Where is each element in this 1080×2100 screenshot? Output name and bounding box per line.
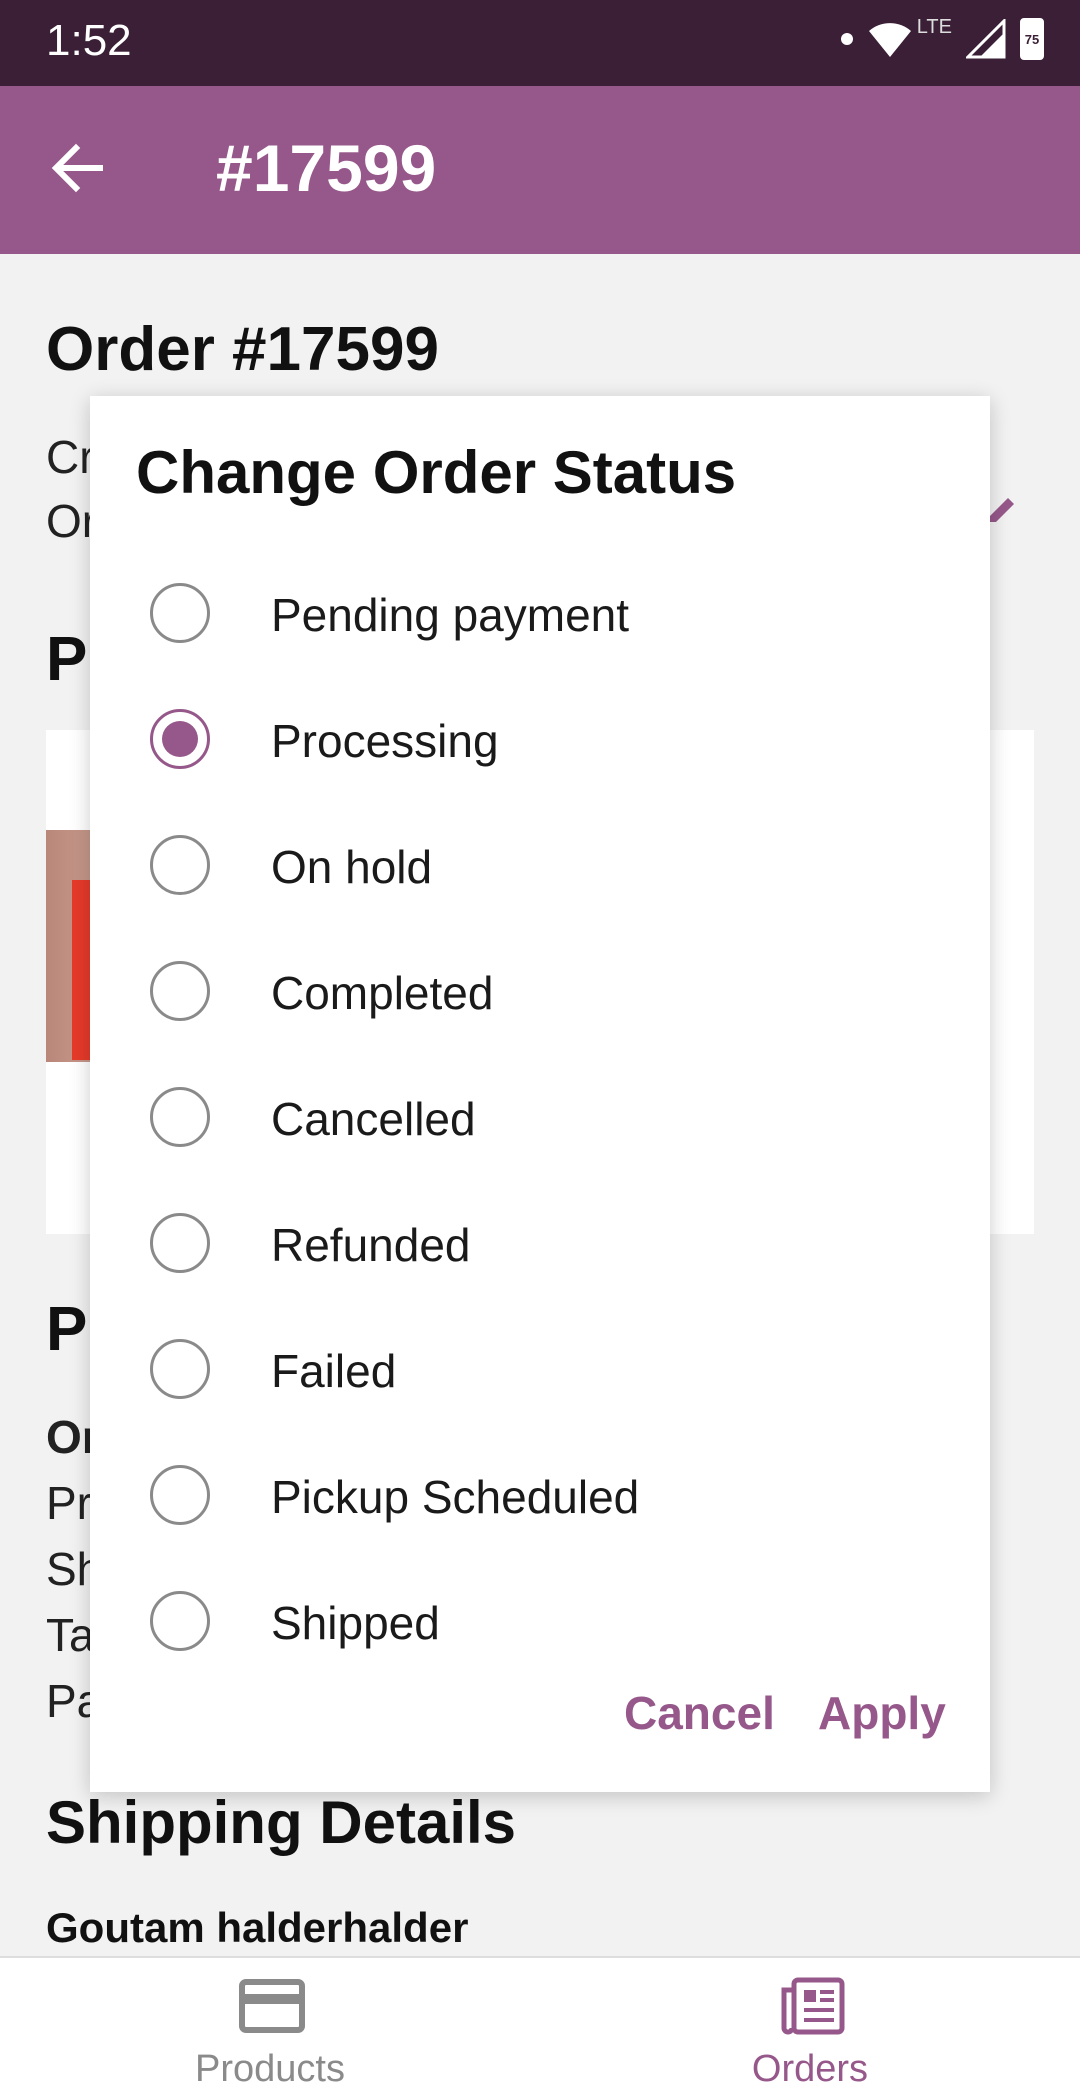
- status-option[interactable]: Shipped: [90, 1558, 990, 1684]
- radio-button[interactable]: [150, 583, 210, 643]
- radio-button[interactable]: [150, 1213, 210, 1273]
- status-option[interactable]: Refunded: [90, 1180, 990, 1306]
- change-order-status-dialog: Change Order Status Pending payment Proc…: [90, 396, 990, 1792]
- status-option-label: Shipped: [271, 1597, 440, 1649]
- radio-button[interactable]: [150, 1465, 210, 1525]
- status-option[interactable]: Completed: [90, 928, 990, 1054]
- radio-button[interactable]: [150, 835, 210, 895]
- apply-button[interactable]: Apply: [818, 1686, 946, 1740]
- status-option[interactable]: On hold: [90, 802, 990, 928]
- status-option[interactable]: Cancelled: [90, 1054, 990, 1180]
- status-option-label: Completed: [271, 967, 494, 1019]
- status-option-label: On hold: [271, 841, 433, 893]
- status-option-label: Failed: [271, 1345, 397, 1397]
- dialog-title: Change Order Status: [136, 439, 737, 506]
- radio-button[interactable]: [150, 961, 210, 1021]
- radio-button-selected[interactable]: [150, 709, 210, 769]
- status-option[interactable]: Processing: [90, 676, 990, 802]
- radio-button[interactable]: [150, 1087, 210, 1147]
- status-option-label: Pickup Scheduled: [271, 1471, 640, 1523]
- radio-button[interactable]: [150, 1591, 210, 1651]
- status-option[interactable]: Failed: [90, 1306, 990, 1432]
- radio-button[interactable]: [150, 1339, 210, 1399]
- status-option-label: Pending payment: [271, 589, 630, 641]
- status-option-label: Cancelled: [271, 1093, 476, 1145]
- status-option[interactable]: Pending payment: [90, 550, 990, 676]
- status-option-label: Processing: [271, 715, 499, 767]
- status-option-label: Refunded: [271, 1219, 471, 1271]
- status-option[interactable]: Pickup Scheduled: [90, 1432, 990, 1558]
- cancel-button[interactable]: Cancel: [624, 1686, 775, 1740]
